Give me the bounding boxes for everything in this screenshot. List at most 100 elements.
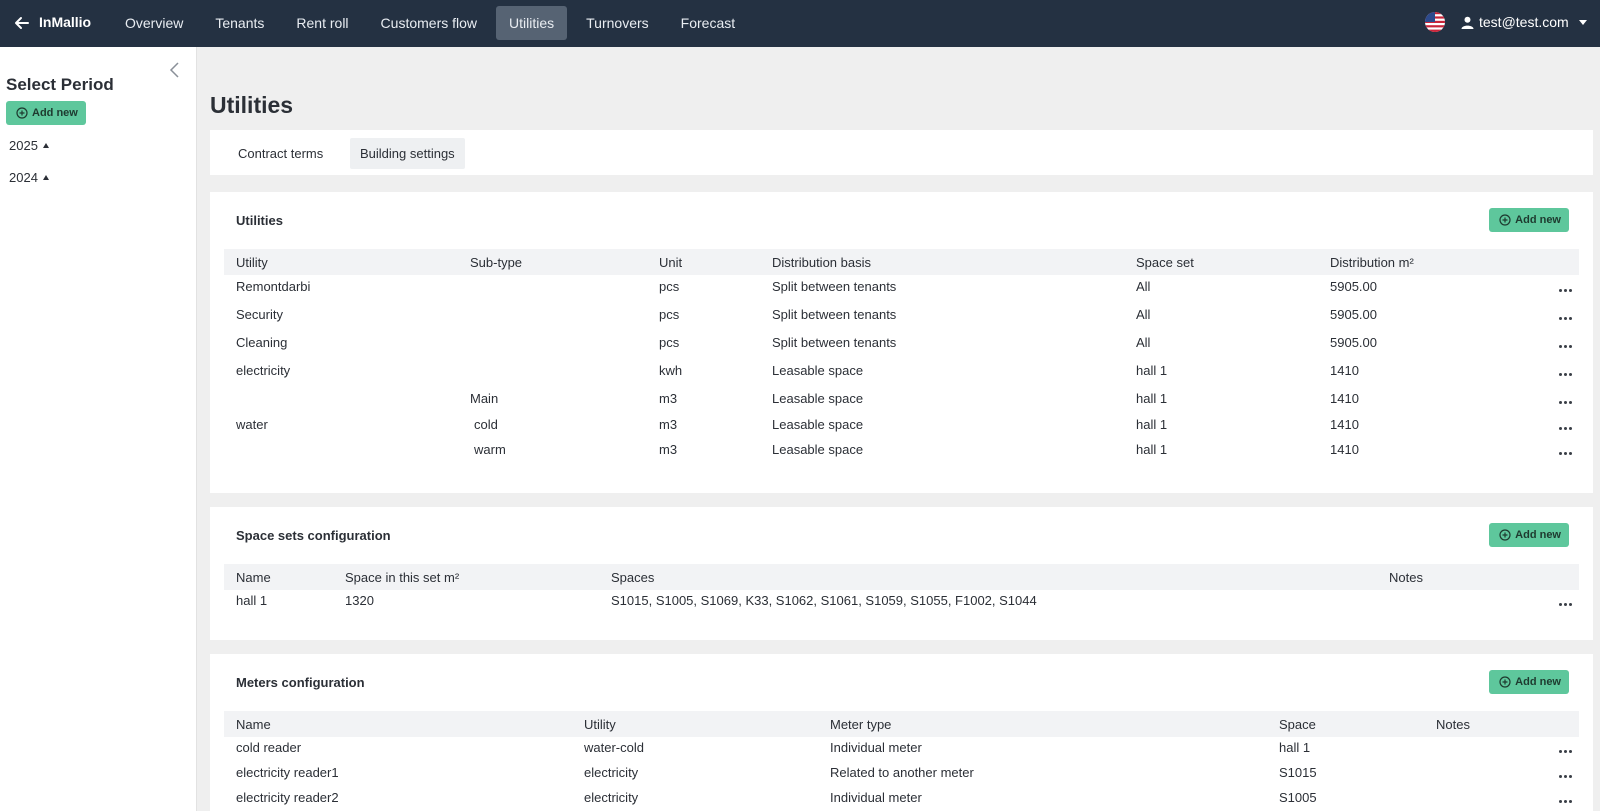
utilities-card: Utilities Add new Utility Sub-type Unit … [210,192,1593,493]
table-row[interactable]: water cold m3 Leasable space hall 1 1410 [224,413,1579,438]
more-options-icon[interactable] [1557,335,1572,351]
table-row[interactable]: Remontdarbi pcs Split between tenants All 59… [224,275,1579,300]
cell-distribution-basis: Split between tenants [772,279,897,294]
more-options-icon[interactable] [1557,740,1572,756]
brand-logo[interactable]: InMallio [39,14,91,30]
nav-overview[interactable]: Overview [112,6,196,40]
cell-space-set: hall 1 [1136,417,1168,432]
add-space-set-button[interactable]: Add new [1489,523,1569,547]
plus-circle-icon [1499,676,1511,688]
nav-utilities[interactable]: Utilities [496,6,568,40]
col-distribution-m2: Distribution m² [1330,255,1414,270]
cell-space-set: All [1136,307,1151,322]
more-options-icon[interactable] [1557,279,1572,295]
chevron-left-icon[interactable] [168,61,182,79]
user-email: test@test.com [1479,14,1569,30]
nav-tenants[interactable]: Tenants [202,6,277,40]
nav-rent-roll[interactable]: Rent roll [283,6,361,40]
cell-space: 1320 [345,593,374,608]
year-2025[interactable]: 2025 [9,138,49,153]
add-utility-button[interactable]: Add new [1489,208,1569,232]
meters-table-header: Name Utility Meter type Space Notes [224,711,1579,737]
more-options-icon[interactable] [1557,442,1572,458]
year-label: 2024 [9,170,38,185]
col-unit: Unit [659,255,683,270]
table-row[interactable]: cold reader water-cold Individual meter hal… [224,736,1579,761]
table-row[interactable]: warm m3 Leasable space hall 1 1410 [224,438,1579,463]
table-row[interactable]: Cleaning pcs Split between tenants All 5905.… [224,331,1579,356]
back-arrow-icon[interactable] [12,13,32,33]
more-options-icon[interactable] [1557,765,1572,781]
cell-name: electricity reader2 [236,790,339,805]
col-meter-type: Meter type [830,717,892,732]
cell-utility: Security [236,307,283,322]
tabs-bar: Contract terms Building settings [210,130,1593,175]
more-options-icon[interactable] [1557,417,1572,433]
more-options-icon[interactable] [1557,363,1572,379]
tab-building-settings[interactable]: Building settings [350,138,465,169]
cell-distribution-m2: 5905.00 [1330,335,1377,350]
table-row[interactable]: electricity reader2 electricity Individual… [224,786,1579,811]
main-nav: Overview Tenants Rent roll Customers flo… [112,6,754,40]
more-options-icon[interactable] [1557,790,1572,806]
cell-distribution-m2: 1410 [1330,391,1359,406]
cell-meter-type: Individual meter [830,790,922,805]
cell-space: S1015 [1279,765,1317,780]
cell-utility: electricity [236,363,291,378]
space-sets-table-header: Name Space in this set m² Spaces Notes [224,564,1579,590]
cell-name: hall 1 [236,593,268,608]
cell-space: S1005 [1279,790,1317,805]
table-row[interactable]: Main m3 Leasable space hall 1 1410 [224,387,1579,412]
cell-space-set: All [1136,335,1151,350]
meters-card: Meters configuration Add new Name Utilit… [210,654,1593,811]
col-notes: Notes [1389,570,1423,585]
year-2024[interactable]: 2024 [9,170,49,185]
cell-meter-type: Individual meter [830,740,922,755]
meters-title: Meters configuration [236,675,365,690]
chevron-down-icon [1578,19,1587,25]
col-spaces: Spaces [611,570,655,585]
caret-up-icon [42,143,49,148]
table-row[interactable]: electricity kwh Leasable space hall 1 1410 [224,359,1579,384]
nav-customers-flow[interactable]: Customers flow [368,6,490,40]
col-utility: Utility [584,717,616,732]
more-options-icon[interactable] [1557,593,1572,609]
utilities-title: Utilities [236,213,283,228]
col-name: Name [236,570,271,585]
table-row[interactable]: electricity reader1 electricity Related to… [224,761,1579,786]
sidebar-title: Select Period [6,75,114,94]
cell-space: hall 1 [1279,740,1311,755]
table-row[interactable]: hall 1 1320 S1015, S1005, S1069, K33, S1… [224,589,1579,614]
col-subtype: Sub-type [470,255,523,270]
cell-utility: Remontdarbi [236,279,311,294]
nav-forecast[interactable]: Forecast [668,6,748,40]
col-space: Space [1279,717,1316,732]
add-meter-label: Add new [1515,676,1561,688]
tab-contract-terms[interactable]: Contract terms [228,138,333,169]
col-name: Name [236,717,271,732]
more-options-icon[interactable] [1557,391,1572,407]
cell-utility: electricity [584,765,639,780]
col-utility: Utility [236,255,268,270]
period-sidebar: Select Period Add new 2025 2024 [0,47,197,811]
cell-distribution-m2: 1410 [1330,417,1359,432]
cell-subtype: warm [474,442,506,457]
cell-space-set: hall 1 [1136,391,1168,406]
add-space-set-label: Add new [1515,529,1561,541]
cell-unit: kwh [659,363,683,378]
top-navbar: InMallio Overview Tenants Rent roll Cust… [0,0,1600,47]
table-row[interactable]: Security pcs Split between tenants All 5905.… [224,303,1579,328]
user-menu[interactable]: test@test.com [1461,14,1587,30]
cell-distribution-m2: 5905.00 [1330,307,1377,322]
add-period-label: Add new [32,107,78,119]
col-notes: Notes [1436,717,1470,732]
add-meter-button[interactable]: Add new [1489,670,1569,694]
add-utility-label: Add new [1515,214,1561,226]
more-options-icon[interactable] [1557,307,1572,323]
nav-turnovers[interactable]: Turnovers [573,6,662,40]
cell-spaces: S1015, S1005, S1069, K33, S1062, S1061, … [611,593,1037,608]
add-period-button[interactable]: Add new [6,101,86,125]
cell-space-set: hall 1 [1136,442,1168,457]
cell-unit: pcs [659,307,680,322]
us-flag-icon[interactable] [1425,12,1445,32]
